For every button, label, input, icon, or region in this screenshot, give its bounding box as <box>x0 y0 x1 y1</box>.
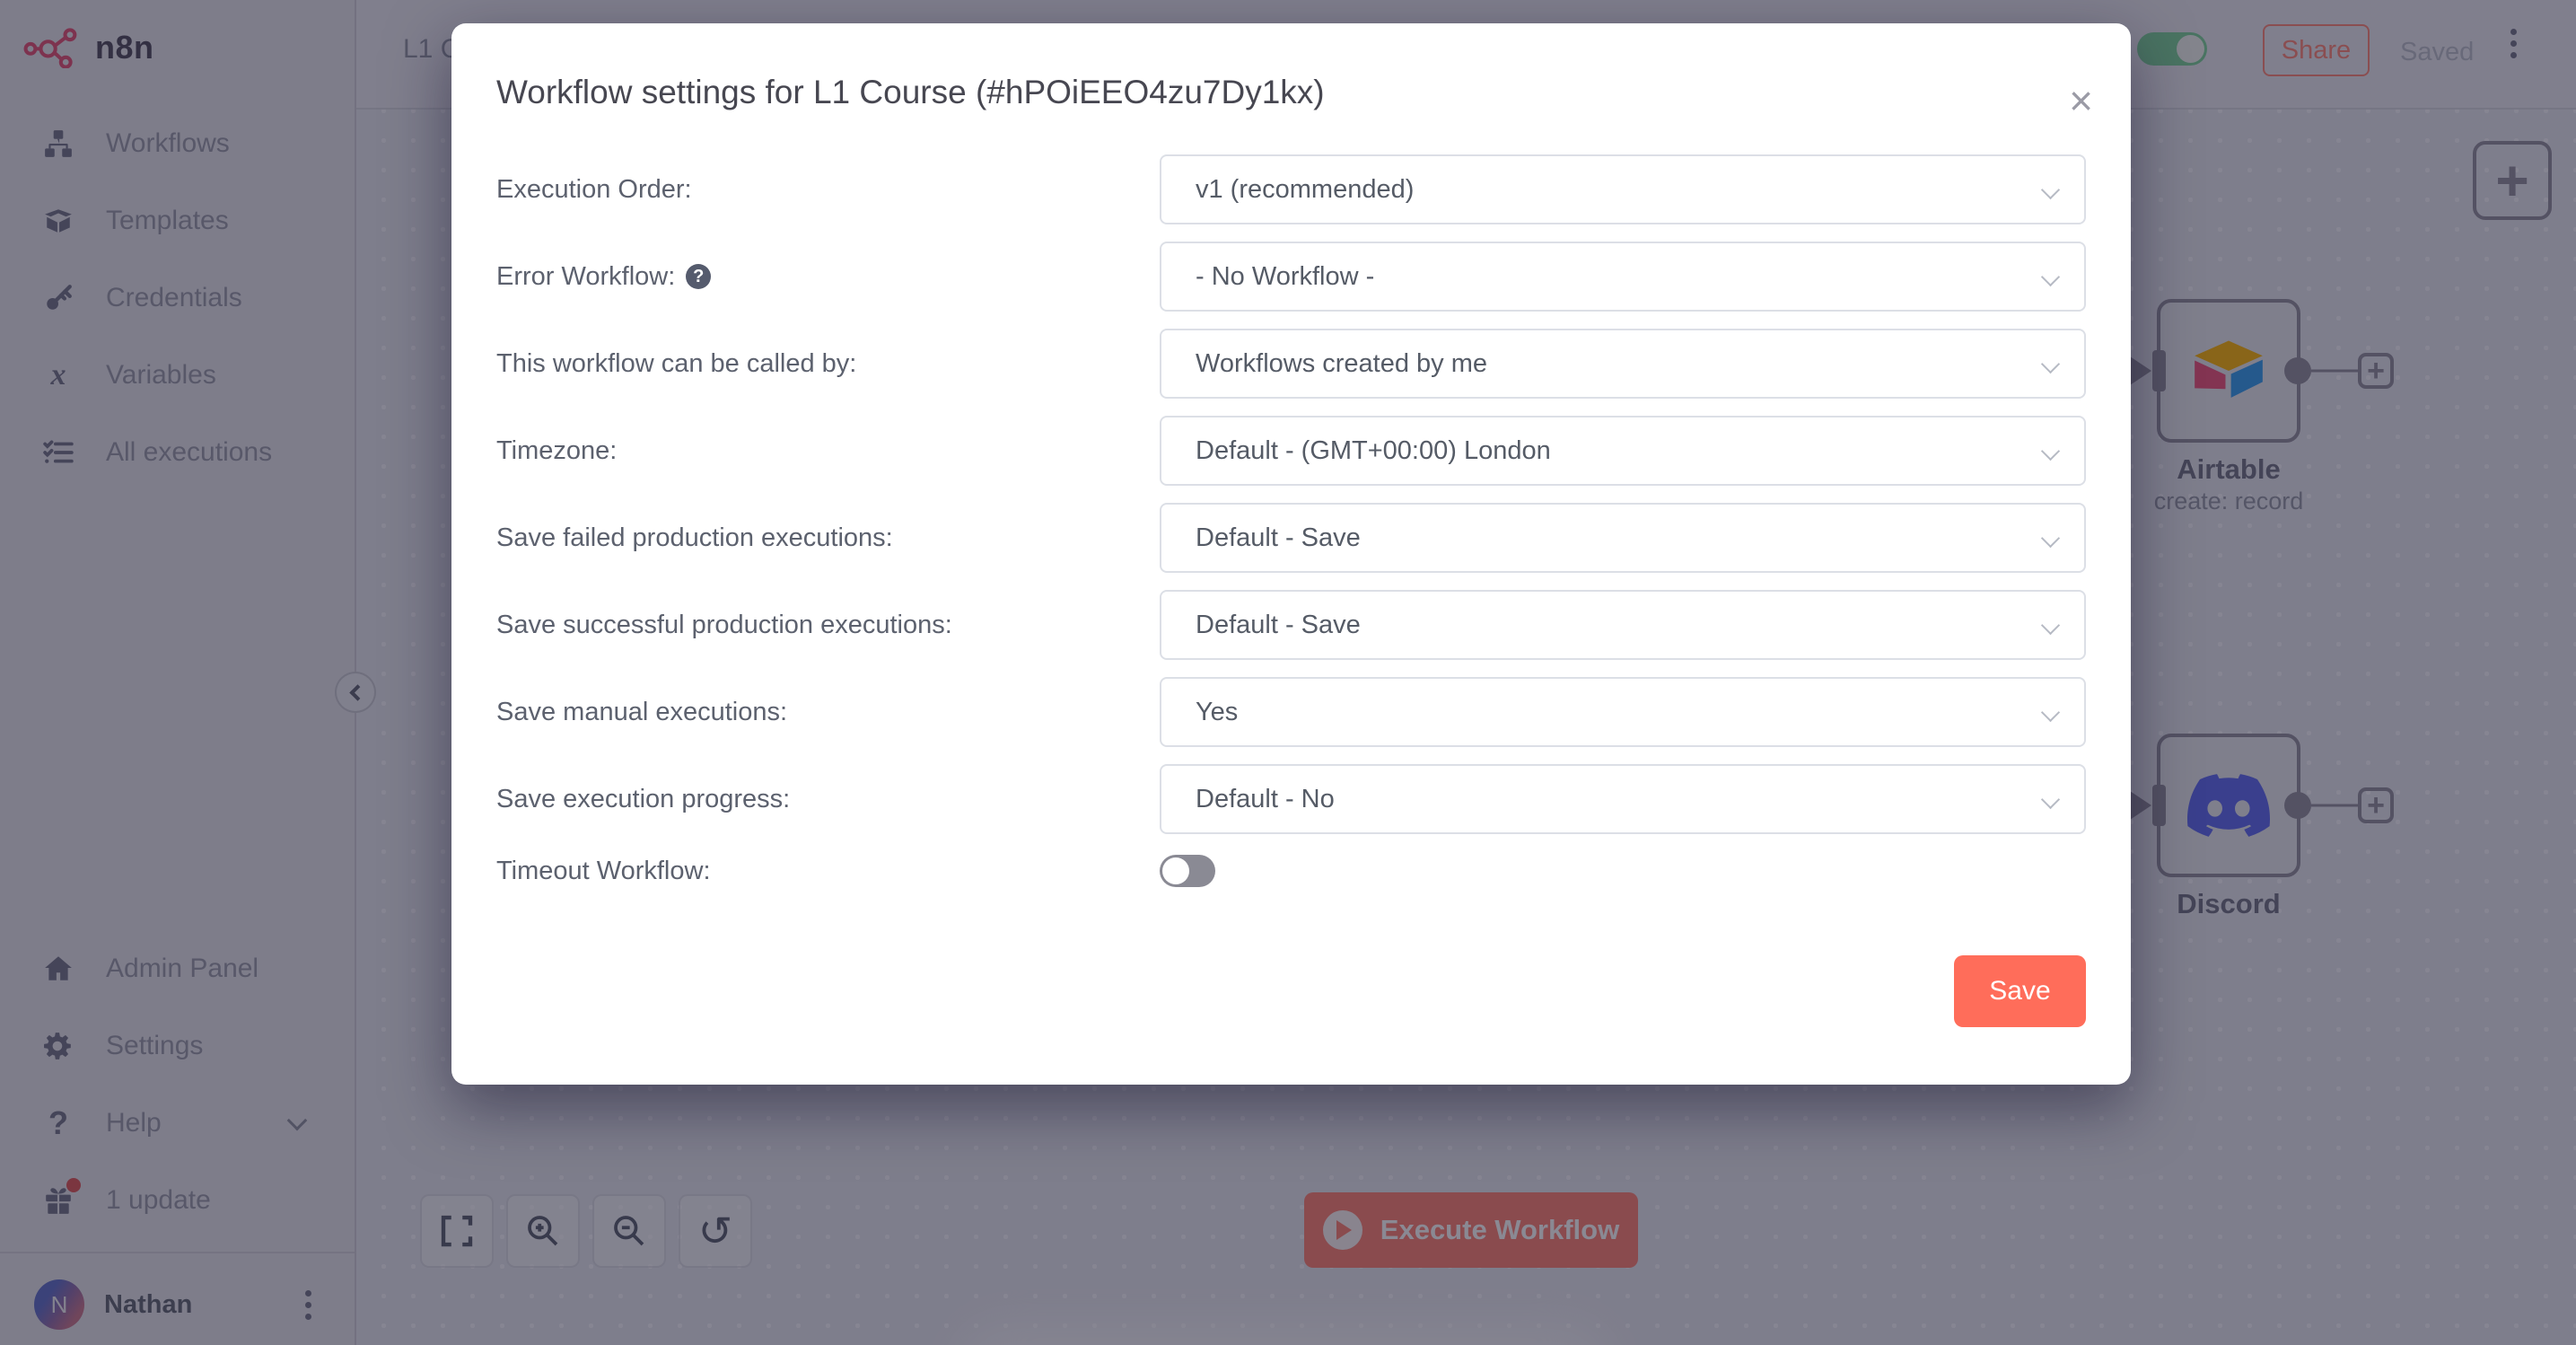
field-execution-order: Execution Order: v1 (recommended) <box>496 154 2086 224</box>
timeout-workflow-toggle[interactable] <box>1160 855 1215 887</box>
select-value: Yes <box>1196 698 1238 727</box>
error-workflow-select[interactable]: - No Workflow - <box>1160 242 2086 312</box>
field-label: Execution Order: <box>496 175 1160 205</box>
save-failed-select[interactable]: Default - Save <box>1160 503 2086 573</box>
chevron-down-icon <box>2041 529 2060 548</box>
caller-policy-select[interactable]: Workflows created by me <box>1160 329 2086 399</box>
close-icon[interactable]: × <box>2069 83 2093 119</box>
select-value: Default - Save <box>1196 523 1361 553</box>
settings-form: Execution Order: v1 (recommended) Error … <box>496 154 2086 891</box>
toggle-knob <box>1162 857 1189 884</box>
field-timezone: Timezone: Default - (GMT+00:00) London <box>496 416 2086 486</box>
chevron-down-icon <box>2041 703 2060 722</box>
n8n-app: n8n Workflows Templates Credentials <box>0 0 2576 1345</box>
modal-title: Workflow settings for L1 Course (#hPOiEE… <box>496 74 2086 111</box>
save-progress-select[interactable]: Default - No <box>1160 764 2086 834</box>
save-success-select[interactable]: Default - Save <box>1160 590 2086 660</box>
chevron-down-icon <box>2041 616 2060 635</box>
select-value: Default - No <box>1196 785 1335 814</box>
field-save-success-executions: Save successful production executions: D… <box>496 590 2086 660</box>
field-caller-policy: This workflow can be called by: Workflow… <box>496 329 2086 399</box>
field-timeout-workflow: Timeout Workflow: <box>496 851 2086 891</box>
field-label: This workflow can be called by: <box>496 349 1160 379</box>
field-label: Save failed production executions: <box>496 523 1160 553</box>
workflow-settings-modal: Workflow settings for L1 Course (#hPOiEE… <box>451 23 2131 1085</box>
help-circle-icon[interactable]: ? <box>686 264 711 289</box>
select-value: v1 (recommended) <box>1196 175 1414 205</box>
select-value: - No Workflow - <box>1196 262 1374 292</box>
field-save-failed-executions: Save failed production executions: Defau… <box>496 503 2086 573</box>
select-value: Workflows created by me <box>1196 349 1487 379</box>
field-label: Timeout Workflow: <box>496 857 1160 886</box>
select-value: Default - (GMT+00:00) London <box>1196 436 1551 466</box>
field-error-workflow: Error Workflow:? - No Workflow - <box>496 242 2086 312</box>
modal-footer: Save <box>496 955 2086 1027</box>
field-label: Save successful production executions: <box>496 611 1160 640</box>
field-save-manual-executions: Save manual executions: Yes <box>496 677 2086 747</box>
save-button[interactable]: Save <box>1954 955 2086 1027</box>
select-value: Default - Save <box>1196 611 1361 640</box>
save-manual-select[interactable]: Yes <box>1160 677 2086 747</box>
field-label: Error Workflow: <box>496 262 675 292</box>
field-save-execution-progress: Save execution progress: Default - No <box>496 764 2086 834</box>
chevron-down-icon <box>2041 442 2060 461</box>
field-label: Save manual executions: <box>496 698 1160 727</box>
timezone-select[interactable]: Default - (GMT+00:00) London <box>1160 416 2086 486</box>
chevron-down-icon <box>2041 355 2060 374</box>
field-label: Save execution progress: <box>496 785 1160 814</box>
chevron-down-icon <box>2041 180 2060 199</box>
field-label: Timezone: <box>496 436 1160 466</box>
execution-order-select[interactable]: v1 (recommended) <box>1160 154 2086 224</box>
chevron-down-icon <box>2041 790 2060 809</box>
chevron-down-icon <box>2041 268 2060 286</box>
